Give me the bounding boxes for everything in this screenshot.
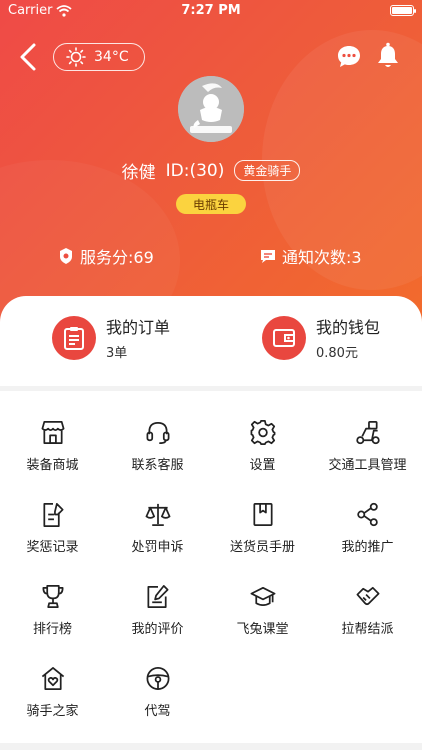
rabbit-logo-icon	[178, 76, 244, 142]
service-score-label: 服务分:69	[80, 248, 154, 267]
chevron-left-icon	[20, 43, 36, 71]
summary-card: 我的订单 3单 我的钱包 0.80元	[0, 296, 422, 386]
menu-item-customer-service[interactable]: 联系客服	[105, 391, 210, 473]
menu-item-label: 代驾	[144, 704, 171, 719]
menu-item-label: 飞兔课堂	[236, 622, 289, 637]
graduation-cap-icon	[250, 586, 275, 607]
book-icon	[252, 503, 273, 526]
menu-item-equipment-store[interactable]: 装备商城	[0, 391, 105, 473]
scooter-icon	[355, 421, 380, 445]
menu-item-label: 排行榜	[32, 622, 72, 637]
menu-item-designated-driver[interactable]: 代驾	[105, 637, 210, 719]
function-menu-grid: 装备商城 联系客服 设置 交通工具管理 奖惩记录 处罚申诉 送货员手册 我的推广…	[0, 391, 422, 743]
steering-wheel-icon	[146, 667, 169, 690]
scale-icon	[145, 503, 170, 526]
menu-item-label: 交通工具管理	[328, 458, 407, 473]
messages-button[interactable]	[336, 44, 362, 70]
menu-item-label: 联系客服	[131, 458, 184, 473]
notification-count[interactable]: 通知次数:3	[260, 244, 362, 268]
menu-item-rider-home[interactable]: 骑手之家	[0, 637, 105, 719]
bell-icon	[378, 42, 398, 67]
wallet-title: 我的钱包	[316, 318, 381, 337]
weather-pill: 34°C	[53, 43, 145, 71]
rider-name: 徐健	[121, 163, 156, 183]
my-orders-button[interactable]: 我的订单 3单	[52, 314, 170, 361]
chat-bubble-icon	[338, 46, 360, 67]
menu-item-settings[interactable]: 设置	[210, 391, 315, 473]
menu-item-label: 送货员手册	[229, 540, 295, 555]
review-icon	[146, 585, 169, 608]
menu-item-label: 奖惩记录	[26, 540, 79, 555]
rider-id: ID:(30)	[165, 160, 225, 181]
wallet-icon	[262, 315, 306, 360]
menu-item-label: 设置	[249, 458, 276, 473]
menu-item-label: 骑手之家	[26, 704, 79, 719]
menu-item-label: 装备商城	[26, 458, 79, 473]
notification-count-label: 通知次数:3	[282, 248, 362, 267]
service-score[interactable]: 服务分:69	[58, 244, 154, 268]
headset-icon	[146, 421, 169, 444]
trophy-icon	[41, 585, 64, 608]
rider-identity: 徐健 ID:(30) 黄金骑手	[0, 158, 422, 183]
profile-header: Carrier 7:27 PM 34°C 徐健 ID:(30) 黄金骑手 电瓶车…	[0, 0, 422, 330]
handshake-icon	[356, 586, 379, 606]
avatar[interactable]	[178, 76, 244, 142]
notifications-button[interactable]	[376, 42, 400, 70]
menu-item-label: 拉帮结派	[341, 622, 394, 637]
menu-item-team-up[interactable]: 拉帮结派	[315, 555, 420, 637]
clock: 7:27 PM	[181, 3, 241, 18]
notice-icon	[261, 250, 275, 263]
temperature: 34°C	[94, 49, 129, 65]
menu-item-reward-records[interactable]: 奖惩记录	[0, 473, 105, 555]
store-icon	[41, 421, 64, 444]
status-bar: Carrier 7:27 PM	[0, 0, 422, 22]
menu-item-feitu-classroom[interactable]: 飞兔课堂	[210, 555, 315, 637]
edit-doc-icon	[42, 503, 64, 527]
share-icon	[356, 502, 378, 527]
battery-icon	[390, 5, 416, 16]
my-wallet-button[interactable]: 我的钱包 0.80元	[262, 314, 380, 361]
back-button[interactable]	[16, 42, 40, 72]
menu-item-courier-handbook[interactable]: 送货员手册	[210, 473, 315, 555]
menu-item-label: 我的评价	[131, 622, 184, 637]
menu-item-label: 我的推广	[341, 540, 394, 555]
medal-icon	[60, 248, 72, 264]
vehicle-badge: 电瓶车	[176, 194, 246, 214]
gear-icon	[250, 420, 275, 445]
wallet-balance: 0.80元	[316, 346, 358, 361]
orders-icon	[52, 315, 96, 360]
menu-item-my-promotion[interactable]: 我的推广	[315, 473, 420, 555]
orders-count: 3单	[106, 346, 128, 361]
rider-level-badge: 黄金骑手	[234, 160, 301, 181]
home-heart-icon	[41, 667, 64, 690]
sun-icon	[66, 47, 86, 67]
orders-title: 我的订单	[106, 318, 171, 337]
menu-item-leaderboard[interactable]: 排行榜	[0, 555, 105, 637]
menu-item-penalty-appeal[interactable]: 处罚申诉	[105, 473, 210, 555]
menu-item-vehicle-management[interactable]: 交通工具管理	[315, 391, 420, 473]
menu-item-label: 处罚申诉	[131, 540, 184, 555]
menu-item-my-reviews[interactable]: 我的评价	[105, 555, 210, 637]
